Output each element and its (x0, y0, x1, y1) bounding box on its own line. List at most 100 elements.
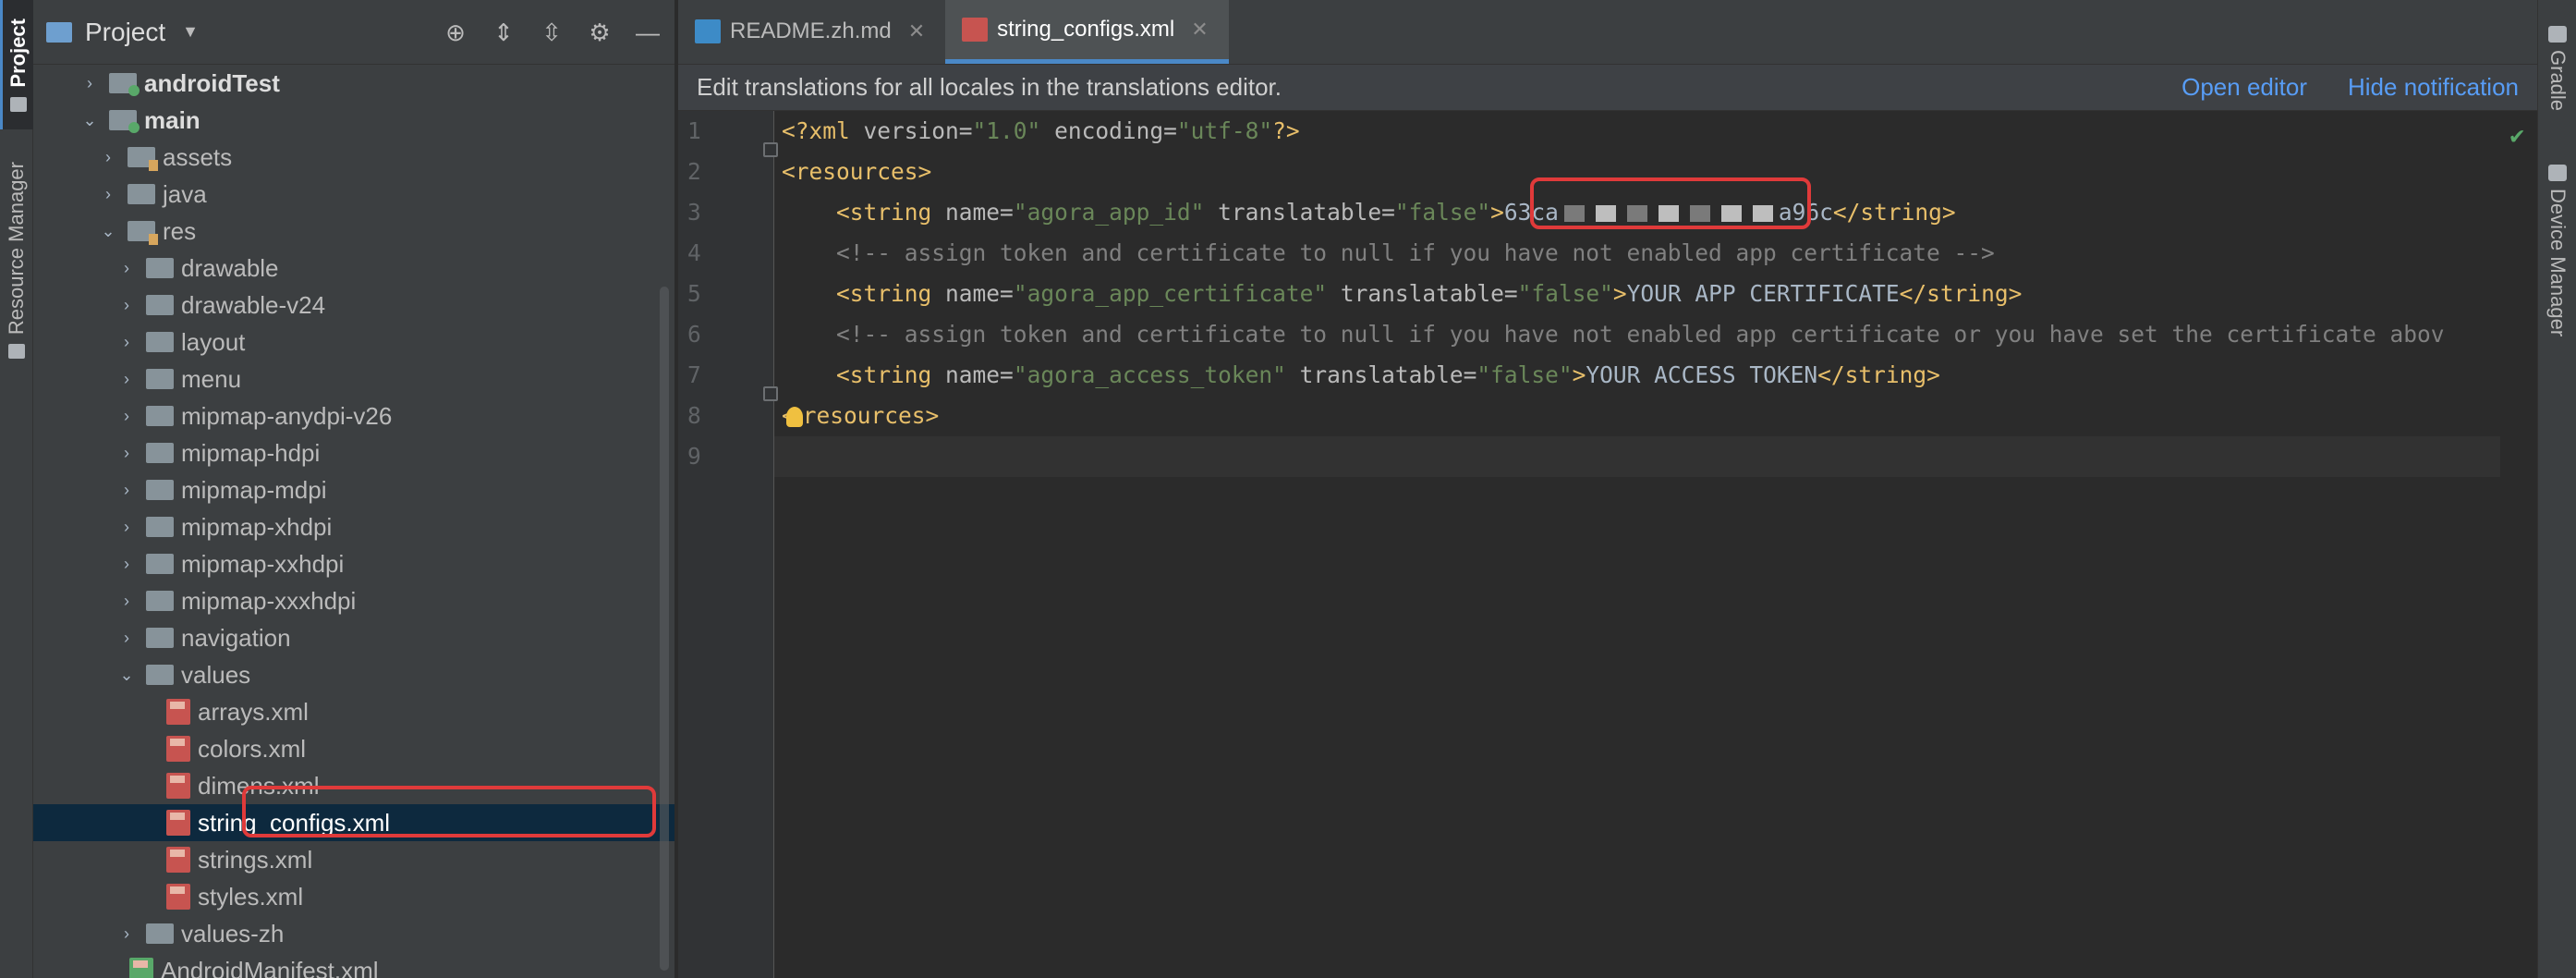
xml-comment: <!-- assign token and certificate to nul… (836, 321, 2445, 348)
tree-item[interactable]: ⌄ main (33, 102, 674, 139)
tree-item[interactable]: ⌄ values (33, 656, 674, 693)
inspection-ok-check-icon[interactable]: ✔ (2509, 122, 2524, 150)
code-line-1: <?xml version="1.0" encoding="utf-8"?> (774, 111, 2500, 152)
attr-value: "agora_access_token" (1013, 361, 1286, 388)
tree-item[interactable]: › values-zh (33, 915, 674, 952)
select-opened-file-icon[interactable]: ⊕ (442, 18, 469, 46)
resource-manager-tool-tab[interactable]: Resource Manager (0, 162, 33, 374)
tree-item-label: values-zh (181, 919, 285, 947)
expand-all-icon[interactable]: ⇕ (490, 18, 517, 46)
tree-item[interactable]: › menu (33, 361, 674, 397)
attr-name: version (863, 117, 959, 144)
chevron-right-icon[interactable]: › (116, 444, 137, 463)
tree-item[interactable]: › mipmap-xxhdpi (33, 545, 674, 582)
open-editor-link[interactable]: Open editor (2181, 73, 2307, 102)
tree-item[interactable]: › drawable-v24 (33, 287, 674, 324)
tree-item-label: androidTest (144, 68, 280, 97)
code-editor[interactable]: 123456789 <?xml version="1.0" encoding="… (678, 111, 2537, 978)
chevron-right-icon[interactable]: › (116, 259, 137, 278)
tree-item-label: mipmap-xxhdpi (181, 549, 345, 578)
folder-icon (146, 332, 174, 352)
resources-open-tag: <resources> (782, 158, 932, 185)
tree-item[interactable]: › mipmap-xxxhdpi (33, 582, 674, 619)
tree-item-label: mipmap-xhdpi (181, 512, 333, 541)
attr-value: "1.0" (972, 117, 1041, 144)
gradle-tool-tab[interactable]: Gradle (2538, 18, 2576, 111)
chevron-down-icon[interactable]: ⌄ (116, 666, 137, 685)
chevron-right-icon[interactable]: › (79, 74, 100, 93)
tab-label: string_configs.xml (997, 16, 1175, 42)
chevron-right-icon[interactable]: › (116, 924, 137, 944)
chevron-right-icon[interactable]: › (116, 481, 137, 500)
editor-area: README.zh.md ✕ string_configs.xml ✕ Edit… (678, 0, 2537, 978)
tree-item-label: values (181, 660, 251, 689)
string-open-tag: <string (836, 199, 946, 226)
folder-icon (146, 369, 174, 389)
chevron-right-icon[interactable]: › (116, 518, 137, 537)
collapse-all-icon[interactable]: ⇳ (538, 18, 565, 46)
tab-string-configs-xml[interactable]: string_configs.xml ✕ (945, 0, 1229, 64)
tag-close-bracket: > (1572, 361, 1586, 388)
close-icon[interactable]: ✕ (908, 19, 925, 43)
attr-value: "false" (1517, 280, 1613, 307)
line-number: 2 (687, 158, 701, 185)
chevron-right-icon[interactable]: › (116, 296, 137, 315)
project-tool-tab[interactable]: Project (0, 0, 33, 129)
folder-icon (146, 443, 174, 463)
folder-icon (128, 184, 155, 204)
chevron-right-icon[interactable]: › (98, 148, 118, 167)
hide-panel-icon[interactable]: — (634, 18, 662, 46)
close-icon[interactable]: ✕ (1191, 18, 1208, 42)
code-line-4: <!-- assign token and certificate to nul… (774, 233, 2500, 274)
tree-item[interactable]: › navigation (33, 619, 674, 656)
xml-file-icon (962, 17, 989, 42)
line-number: 9 (687, 443, 701, 470)
chevron-right-icon[interactable]: › (98, 185, 118, 204)
tree-item[interactable]: strings.xml (33, 841, 674, 878)
project-panel-title[interactable]: Project (85, 18, 165, 47)
chevron-right-icon[interactable]: › (116, 370, 137, 389)
resource-folder-icon (128, 221, 158, 245)
tree-item-label: assets (163, 142, 233, 171)
chevron-right-icon[interactable]: › (116, 555, 137, 574)
tree-item[interactable]: › assets (33, 139, 674, 176)
tab-readme-zh-md[interactable]: README.zh.md ✕ (678, 0, 945, 64)
chevron-right-icon[interactable]: › (116, 592, 137, 611)
chevron-down-icon[interactable]: ▼ (182, 22, 199, 42)
hide-notification-link[interactable]: Hide notification (2348, 73, 2519, 102)
chevron-right-icon[interactable]: › (116, 333, 137, 352)
lightbulb-icon[interactable] (785, 407, 803, 427)
right-tool-window-strip: Gradle Device Manager (2537, 0, 2576, 978)
tree-item[interactable]: colors.xml (33, 730, 674, 767)
chevron-right-icon[interactable]: › (116, 407, 137, 426)
tree-item[interactable]: › mipmap-anydpi-v26 (33, 397, 674, 434)
project-tool-tab-label: Project (6, 18, 30, 88)
tree-item[interactable]: › drawable (33, 250, 674, 287)
tree-item[interactable]: › mipmap-xhdpi (33, 508, 674, 545)
tree-item[interactable]: › layout (33, 324, 674, 361)
chevron-down-icon[interactable]: ⌄ (79, 111, 100, 130)
tree-item[interactable]: › java (33, 176, 674, 213)
tree-item-label: mipmap-anydpi-v26 (181, 401, 393, 430)
tree-item[interactable]: ⌄ res (33, 213, 674, 250)
tree-scrollbar[interactable] (660, 287, 669, 971)
tree-item[interactable]: arrays.xml (33, 693, 674, 730)
folder-icon (146, 295, 174, 315)
tree-item[interactable]: › androidTest (33, 65, 674, 102)
attr-name: translatable (1327, 280, 1504, 307)
string-close-tag: </string> (1832, 199, 1956, 226)
chevron-down-icon[interactable]: ⌄ (98, 222, 118, 241)
tree-item[interactable]: › mipmap-mdpi (33, 471, 674, 508)
resource-manager-icon (8, 344, 25, 360)
tree-item[interactable]: AndroidManifest.xml (33, 952, 674, 978)
attr-value: "agora_app_id" (1013, 199, 1205, 226)
device-manager-tool-tab[interactable]: Device Manager (2538, 157, 2576, 336)
folder-icon (146, 591, 174, 611)
chevron-right-icon[interactable]: › (116, 629, 137, 648)
gradle-elephant-icon (2548, 26, 2567, 43)
gear-icon[interactable]: ⚙ (586, 18, 614, 46)
tree-item[interactable]: styles.xml (33, 878, 674, 915)
xml-comment: <!-- assign token and certificate to nul… (836, 239, 1995, 266)
xml-declaration-close: ?> (1272, 117, 1300, 144)
tree-item[interactable]: › mipmap-hdpi (33, 434, 674, 471)
